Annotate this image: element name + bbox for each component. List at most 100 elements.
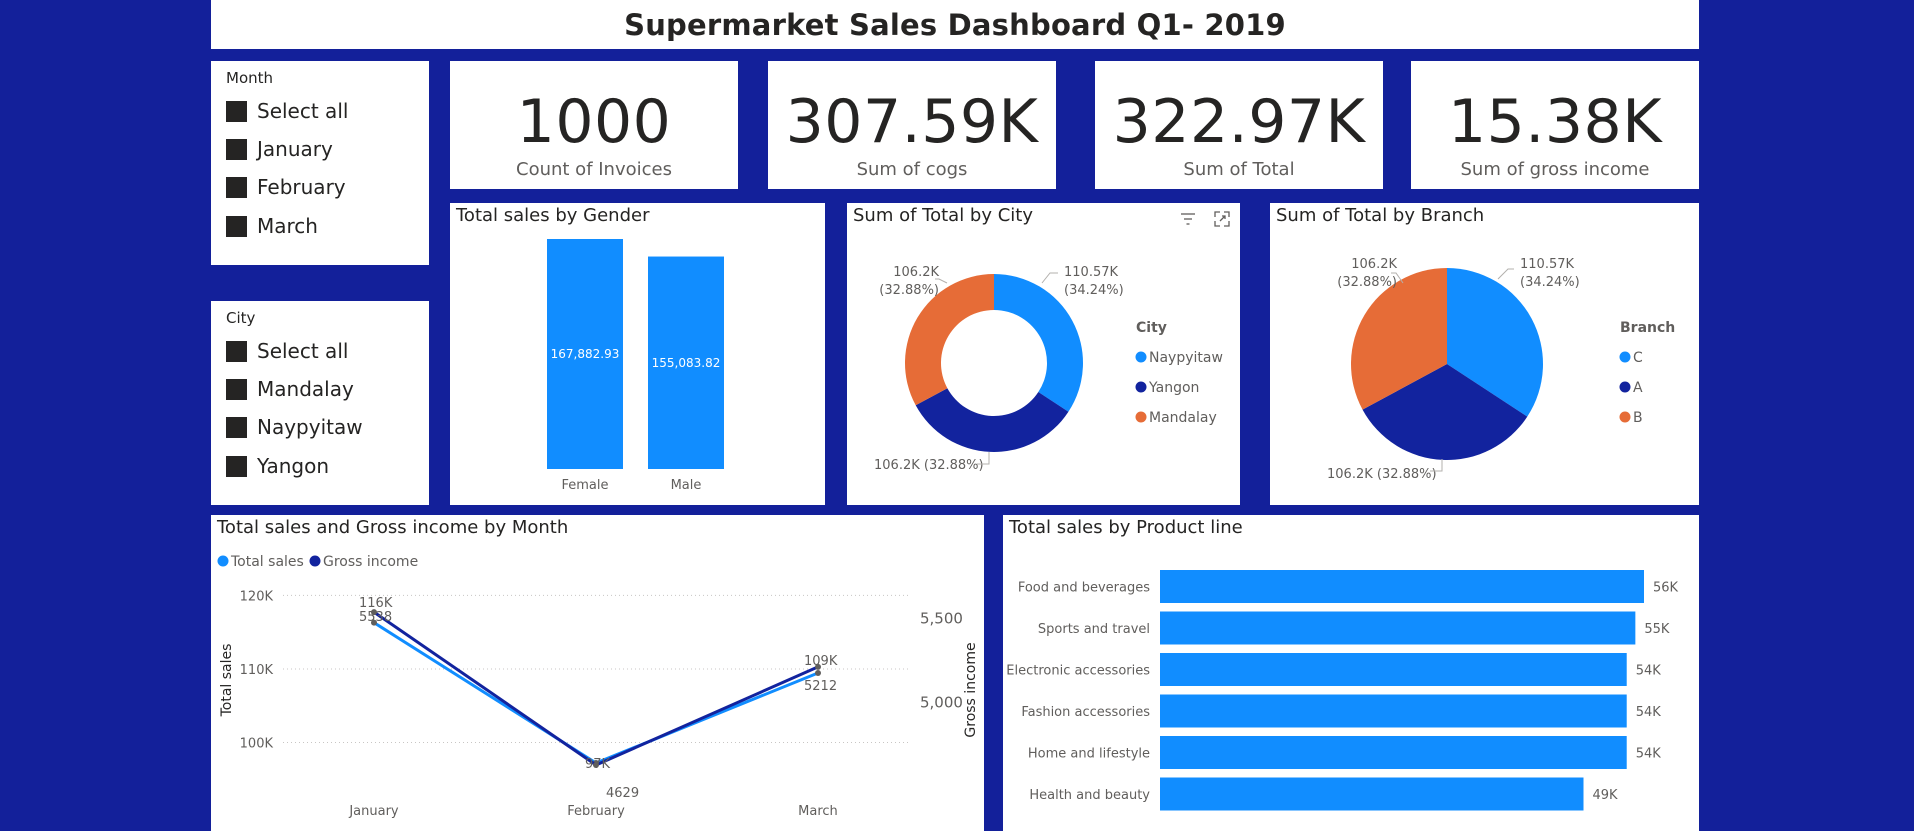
title-bar: Supermarket Sales Dashboard Q1- 2019 — [211, 0, 1699, 49]
kpi-card-total[interactable]: 322.97K Sum of Total — [1095, 61, 1383, 189]
x-tick-label: February — [567, 804, 625, 819]
checkbox[interactable] — [226, 100, 247, 122]
city-donut-chart[interactable]: 110.57K (34.24%) Naypyitaw 106.2K (32.88%) Y… — [847, 203, 1240, 505]
data-label: 116K — [359, 596, 393, 611]
month-option-select-all[interactable]: Select all — [226, 99, 348, 123]
checkbox[interactable] — [226, 340, 247, 362]
city-option-naypyitaw[interactable]: Naypyitaw — [226, 415, 363, 439]
series-line — [373, 621, 819, 765]
data-label: 5538 — [359, 610, 392, 625]
data-label: 106.2K (32.88%) — [874, 458, 984, 473]
data-label: 4629 — [606, 786, 639, 801]
data-label: 110.57K — [1520, 257, 1574, 272]
data-label: 56K — [1653, 581, 1679, 596]
month-line-chart[interactable]: 100K 110K 120K 5,000 5,500 Total sales Gross i… — [211, 515, 984, 831]
data-label: 54K — [1636, 747, 1662, 762]
y-tick-label: Food and beverages — [1018, 581, 1150, 596]
kpi-card-invoices[interactable]: 1000 Count of Invoices — [450, 61, 738, 189]
data-label: 54K — [1636, 664, 1662, 679]
product-line-bar-chart[interactable]: Food and beverages 56K Sports and travel 55… — [1003, 515, 1699, 831]
data-label: 106.2K — [1351, 257, 1397, 272]
legend-label: Total sales — [230, 554, 304, 570]
city-slicer-title: City — [226, 309, 256, 327]
y-tick-label: Home and lifestyle — [1028, 747, 1150, 762]
data-label: 97K — [585, 757, 611, 772]
legend-marker — [1619, 351, 1631, 363]
data-label: 155,083.82 — [652, 356, 721, 370]
leader-line — [1041, 272, 1058, 284]
kpi-label: Sum of cogs — [856, 159, 968, 180]
gender-chart-panel[interactable]: Total sales by Gender 167,882.93 Female 15… — [450, 203, 825, 505]
option-label: Naypyitaw — [257, 415, 363, 439]
data-label: (32.88%) — [879, 283, 939, 298]
kpi-label: Sum of gross income — [1460, 159, 1650, 180]
data-label: 167,882.93 — [551, 347, 620, 361]
bar[interactable] — [1160, 611, 1636, 645]
data-point — [815, 669, 821, 676]
month-option-february[interactable]: February — [226, 175, 346, 199]
city-option-select-all[interactable]: Select all — [226, 339, 348, 363]
checkbox[interactable] — [226, 455, 247, 477]
legend-label: B — [1633, 410, 1643, 426]
bar[interactable] — [1160, 694, 1627, 728]
product-line-chart-panel[interactable]: Total sales by Product line Food and bev… — [1003, 515, 1699, 831]
branch-chart-panel[interactable]: Sum of Total by Branch 110.57K (34.24%) C 1… — [1270, 203, 1699, 505]
y-tick-label: Health and beauty — [1029, 788, 1150, 803]
city-slicer: City Select all Mandalay Naypyitaw Yango… — [211, 301, 429, 505]
checkbox[interactable] — [226, 138, 247, 160]
data-label: 49K — [1593, 788, 1619, 803]
city-chart-panel[interactable]: Sum of Total by City 110.57K (34.24%) Nayp… — [847, 203, 1240, 505]
checkbox[interactable] — [226, 176, 247, 198]
y-tick-label: Electronic accessories — [1006, 664, 1150, 679]
y-axis-title: Total sales — [219, 644, 235, 718]
y-tick-label: Fashion accessories — [1021, 705, 1150, 720]
option-label: February — [257, 175, 346, 199]
kpi-value: 15.38K — [1447, 87, 1663, 157]
kpi-value: 1000 — [516, 87, 672, 157]
kpi-card-gross-income[interactable]: 15.38K Sum of gross income — [1411, 61, 1699, 189]
data-label: 106.2K — [893, 265, 939, 280]
month-option-january[interactable]: January — [226, 137, 333, 161]
checkbox[interactable] — [226, 416, 247, 438]
legend-marker — [1135, 351, 1147, 363]
data-label: 55K — [1644, 622, 1670, 637]
legend-marker — [1135, 381, 1147, 393]
legend-marker — [1135, 411, 1147, 423]
option-label: Select all — [257, 339, 349, 363]
data-label: 110.57K — [1064, 265, 1118, 280]
x-tick-label: January — [348, 804, 399, 819]
checkbox[interactable] — [226, 378, 247, 400]
data-label: 106.2K (32.88%) — [1327, 467, 1437, 482]
city-option-mandalay[interactable]: Mandalay — [226, 377, 354, 401]
city-option-yangon[interactable]: Yangon — [226, 454, 329, 478]
legend-label: A — [1633, 380, 1643, 396]
pie-slice[interactable] — [915, 388, 1069, 452]
bar[interactable] — [1160, 736, 1627, 769]
option-label: January — [257, 137, 333, 161]
month-slicer-title: Month — [226, 69, 274, 87]
branch-pie-chart[interactable]: 110.57K (34.24%) C 106.2K (32.88%) A 106.2K (3… — [1270, 203, 1699, 505]
legend-label: C — [1633, 350, 1643, 366]
data-label: (32.88%) — [1337, 275, 1397, 290]
bar[interactable] — [1160, 570, 1644, 603]
gender-bar-chart[interactable]: 167,882.93 Female 155,083.82 Male — [450, 203, 825, 505]
checkbox[interactable] — [226, 215, 247, 237]
y-tick-label: Sports and travel — [1038, 622, 1150, 637]
legend-marker — [309, 555, 321, 567]
bar[interactable] — [1160, 777, 1584, 811]
page-title: Supermarket Sales Dashboard Q1- 2019 — [624, 7, 1286, 42]
option-label: Yangon — [257, 454, 330, 478]
legend-marker — [1619, 411, 1631, 423]
month-line-chart-panel[interactable]: Total sales and Gross income by Month 10… — [211, 515, 984, 831]
month-option-march[interactable]: March — [226, 214, 318, 238]
kpi-label: Count of Invoices — [516, 159, 672, 180]
y-tick-label: 110K — [240, 663, 274, 678]
y2-tick-label: 5,000 — [920, 694, 963, 712]
kpi-card-cogs[interactable]: 307.59K Sum of cogs — [768, 61, 1056, 189]
bar[interactable] — [1160, 653, 1627, 686]
legend-label: Naypyitaw — [1149, 350, 1223, 366]
leader-line — [1497, 268, 1514, 280]
y2-tick-label: 5,500 — [920, 609, 963, 627]
x-tick-label: Male — [671, 478, 702, 493]
data-label: 54K — [1636, 705, 1662, 720]
